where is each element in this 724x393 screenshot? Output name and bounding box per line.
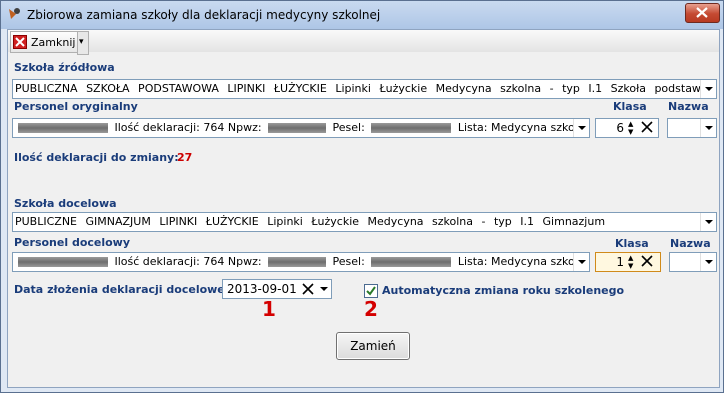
source-klasa-stepper[interactable]: 6 ▲ ▼ bbox=[595, 118, 659, 138]
date-label: Data złożenia deklaracji docelowej bbox=[14, 283, 229, 296]
date-picker[interactable]: 2013-09-01 bbox=[222, 279, 332, 299]
annotation-1: 1 bbox=[262, 297, 276, 321]
source-klasa-value: 6 bbox=[616, 121, 624, 135]
dialog-body: Zamknij ▾ Szkoła źródłowa PUBLICZNA SZKO… bbox=[7, 29, 720, 388]
chevron-down-icon[interactable] bbox=[573, 119, 589, 137]
source-school-select[interactable]: PUBLICZNA SZKOŁA PODSTAWOWA LIPINKI ŁUŻY… bbox=[12, 79, 717, 99]
target-klasa-value: 1 bbox=[616, 255, 624, 269]
toolbar-overflow-button[interactable]: ▾ bbox=[77, 31, 89, 55]
auto-change-checkbox[interactable] bbox=[364, 284, 378, 298]
source-nazwa-label: Nazwa bbox=[668, 100, 709, 113]
auto-change-label: Automatyczna zmiana roku szkolenego bbox=[382, 284, 625, 297]
target-pesel: Pesel: bbox=[332, 255, 365, 268]
clear-icon[interactable] bbox=[640, 120, 654, 134]
source-npwz: Npwz: bbox=[227, 121, 262, 134]
source-pesel: Pesel: bbox=[332, 121, 365, 134]
target-count: Ilość deklaracji: 764 bbox=[114, 255, 225, 268]
window-close-button[interactable] bbox=[685, 3, 720, 23]
target-personnel-select[interactable]: Ilość deklaracji: 764 Npwz: Pesel: Lista… bbox=[12, 252, 590, 272]
up-down-arrows-icon[interactable]: ▲ ▼ bbox=[628, 120, 638, 136]
source-nazwa-select[interactable] bbox=[667, 118, 717, 138]
target-school-label: Szkoła docelowa bbox=[14, 197, 117, 210]
dialog-window: Zbiorowa zamiana szkoły dla deklaracji m… bbox=[0, 0, 724, 393]
clear-icon[interactable] bbox=[301, 282, 315, 296]
clear-icon[interactable] bbox=[640, 254, 654, 268]
redacted-name bbox=[18, 123, 108, 133]
chevron-down-icon[interactable] bbox=[700, 213, 716, 231]
target-lista: Lista: Medycyna szkolna bbox=[457, 255, 590, 268]
target-school-select[interactable]: PUBLICZNE GIMNAZJUM LIPINKI ŁUŻYCKIE Lip… bbox=[12, 212, 717, 232]
close-icon bbox=[13, 35, 27, 49]
source-count: Ilość deklaracji: 764 bbox=[114, 121, 225, 134]
chevron-down-icon[interactable] bbox=[573, 253, 589, 271]
source-school-label: Szkoła źródłowa bbox=[14, 61, 115, 74]
chevron-down-icon: ▾ bbox=[79, 37, 84, 47]
chevron-down-icon[interactable] bbox=[316, 280, 331, 298]
target-personnel-value: Ilość deklaracji: 764 Npwz: Pesel: Lista… bbox=[15, 255, 590, 268]
toolbar: Zamknij ▾ bbox=[8, 30, 719, 55]
redacted-npwz bbox=[268, 123, 327, 133]
window-title: Zbiorowa zamiana szkoły dla deklaracji m… bbox=[27, 8, 381, 22]
target-personnel-label: Personel docelowy bbox=[14, 236, 131, 249]
chevron-down-icon[interactable] bbox=[700, 253, 716, 271]
redacted-pesel bbox=[371, 123, 452, 133]
source-personnel-value: Ilość deklaracji: 764 Npwz: Pesel: Lista… bbox=[15, 121, 590, 134]
source-lista: Lista: Medycyna szkolna bbox=[457, 121, 590, 134]
replace-button[interactable]: Zamień bbox=[336, 332, 410, 360]
target-npwz: Npwz: bbox=[227, 255, 262, 268]
close-button-label: Zamknij bbox=[31, 35, 76, 49]
redacted-npwz bbox=[268, 257, 327, 267]
source-school-value: PUBLICZNA SZKOŁA PODSTAWOWA LIPINKI ŁUŻY… bbox=[15, 82, 717, 95]
source-klasa-label: Klasa bbox=[613, 100, 647, 113]
count-to-change-value: 27 bbox=[177, 151, 193, 164]
redacted-name bbox=[18, 257, 108, 267]
up-down-arrows-icon[interactable]: ▲ ▼ bbox=[628, 254, 638, 270]
source-personnel-select[interactable]: Ilość deklaracji: 764 Npwz: Pesel: Lista… bbox=[12, 118, 590, 138]
count-to-change-label: Ilość deklaracji do zmiany: bbox=[14, 151, 179, 164]
redacted-pesel bbox=[371, 257, 452, 267]
target-school-value: PUBLICZNE GIMNAZJUM LIPINKI ŁUŻYCKIE Lip… bbox=[15, 215, 606, 228]
close-icon bbox=[696, 7, 708, 18]
source-personnel-label: Personel oryginalny bbox=[14, 100, 138, 113]
chevron-down-icon[interactable] bbox=[700, 80, 716, 98]
target-klasa-label: Klasa bbox=[615, 237, 649, 250]
checkmark-icon bbox=[366, 286, 376, 296]
chevron-down-icon[interactable] bbox=[700, 119, 716, 137]
title-bar[interactable]: Zbiorowa zamiana szkoły dla deklaracji m… bbox=[1, 1, 723, 29]
annotation-2: 2 bbox=[364, 297, 378, 321]
app-icon bbox=[9, 8, 20, 19]
close-button[interactable]: Zamknij bbox=[10, 31, 81, 53]
target-nazwa-select[interactable] bbox=[669, 252, 717, 272]
date-value: 2013-09-01 bbox=[227, 282, 297, 296]
target-nazwa-label: Nazwa bbox=[670, 237, 711, 250]
target-klasa-stepper[interactable]: 1 ▲ ▼ bbox=[595, 252, 661, 272]
